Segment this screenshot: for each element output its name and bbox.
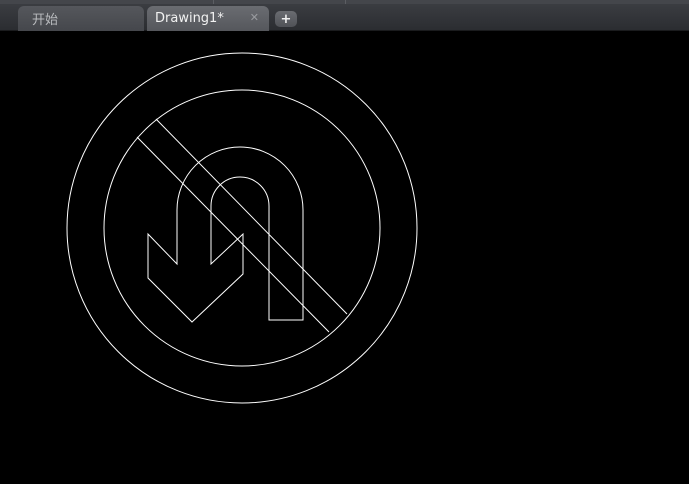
plus-icon: + [280,11,292,27]
prohibition-slash-line-2 [136,136,330,333]
close-icon[interactable]: ✕ [250,12,259,24]
no-u-turn-sign-drawing [66,52,418,404]
drawing-canvas[interactable] [0,31,689,484]
tab-start[interactable]: 开始 [18,6,144,31]
new-tab-button[interactable]: + [275,11,297,27]
document-tab-bar: 开始 Drawing1* ✕ + [0,0,689,31]
tab-drawing1-label: Drawing1* [155,11,224,26]
u-turn-arrow-shape [147,146,304,323]
tab-drawing1[interactable]: Drawing1* ✕ [147,6,269,31]
sign-inner-circle [103,89,381,367]
tab-bar-top-strip [0,0,689,4]
sign-outer-circle [66,52,418,404]
tab-start-label: 开始 [32,13,59,28]
